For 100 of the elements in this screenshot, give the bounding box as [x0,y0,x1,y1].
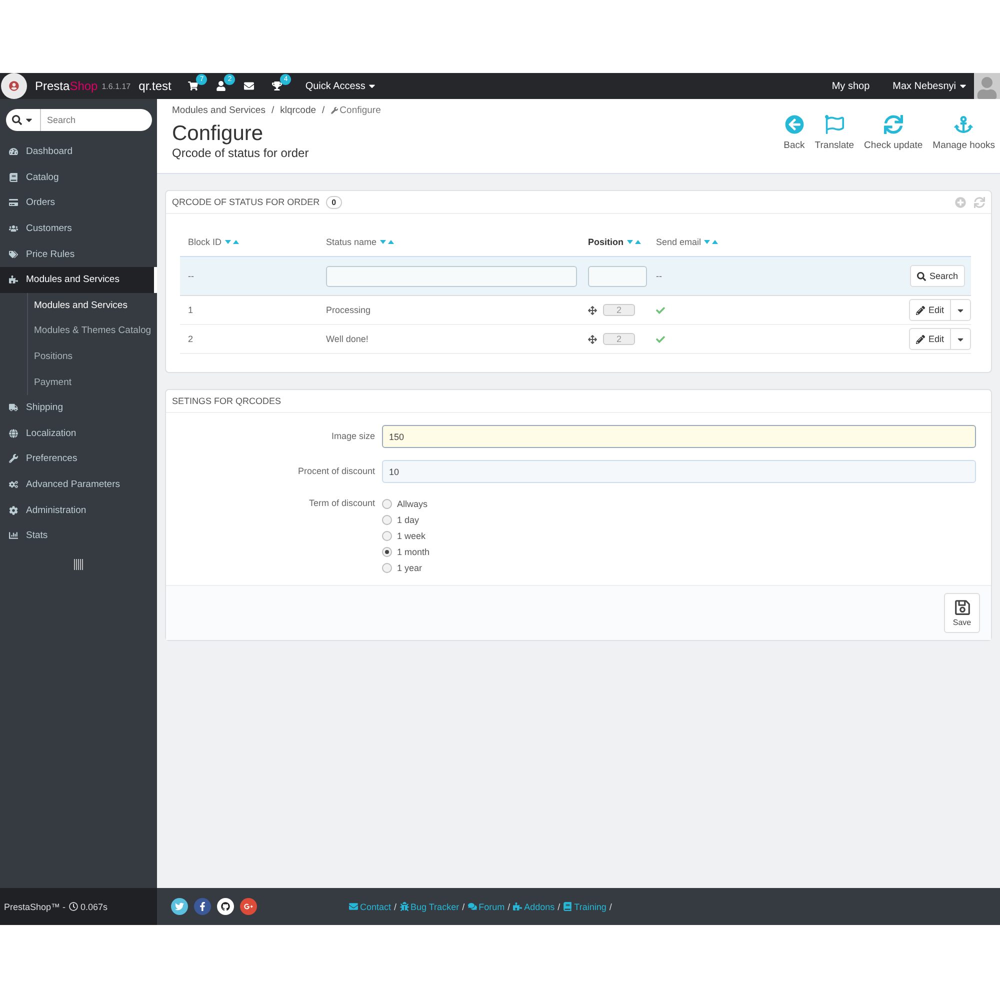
count-badge: 0 [326,196,342,208]
input-field[interactable]: 10 [382,460,976,483]
github-icon[interactable] [217,898,234,915]
twitter-icon[interactable] [171,898,188,915]
edit-button[interactable]: Edit [909,299,951,321]
sidebar-item[interactable]: Shipping [0,394,157,421]
user-icon[interactable] [216,81,226,91]
sidebar-item[interactable]: Stats [0,522,157,548]
column-header: Position [588,237,624,247]
sidebar-item[interactable]: Catalog [0,164,157,190]
flag-icon [824,115,844,134]
dropdown-button[interactable] [951,299,971,321]
sort-icon[interactable] [380,239,394,245]
add-icon[interactable] [955,196,966,208]
filter-input[interactable] [588,266,647,286]
my-shop-link[interactable]: My shop [832,80,870,92]
radio-button[interactable] [382,515,392,525]
link-separator: / [462,902,465,912]
quick-access-menu[interactable]: Quick Access [305,80,378,92]
input-field[interactable]: 150 [382,425,976,448]
envelope-icon [349,902,358,911]
breadcrumb-link[interactable]: klqrcode [280,105,316,116]
page-title: Configure [172,122,264,146]
sidebar-item[interactable]: Price Rules [0,241,157,267]
logo[interactable] [1,73,27,99]
filter-cell-text: -- [188,271,195,281]
comments-icon [468,902,477,911]
sidebar-item[interactable]: Localization [0,420,157,446]
globe-icon [8,428,18,438]
sidebar-item[interactable]: Customers [0,216,157,242]
footer-link[interactable]: Training [563,902,606,912]
dropdown-button[interactable] [951,328,971,350]
radio-button[interactable] [382,499,392,509]
book-icon [563,902,572,911]
sort-icon[interactable] [626,239,640,245]
footer-link[interactable]: Bug Tracker [400,902,460,912]
settings-icon [8,506,18,515]
cart-icon[interactable] [188,81,198,91]
sidebar-item[interactable]: Dashboard [0,139,157,165]
pencil-icon [916,334,926,344]
toolbar-button[interactable]: Translate [810,115,860,151]
trophy-icon[interactable] [272,81,282,91]
table-cell-text: Processing [326,305,372,315]
avatar-icon[interactable] [974,73,1000,99]
breadcrumb-link[interactable]: Modules and Services [172,105,266,116]
footer-brand: PrestaShop™ - [4,902,66,912]
link-separator: / [394,902,397,912]
refresh-icon [884,115,903,134]
wrench-icon [8,454,18,464]
filter-input[interactable] [326,266,577,286]
sidebar-item[interactable]: Orders [0,190,157,216]
sidebar-subitem[interactable]: Payment [28,369,157,395]
sidebar-item[interactable]: Advanced Parameters [0,472,157,498]
sort-icon[interactable] [224,239,239,245]
users-icon [8,224,18,234]
footer-link[interactable]: Addons [513,902,555,912]
save-button[interactable]: Save [944,593,980,633]
toolbar-button[interactable]: Check update [859,115,928,151]
edit-button[interactable]: Edit [909,328,951,350]
check-icon [656,306,665,314]
panel-title: QRCODE OF STATUS FOR ORDER [172,197,320,207]
toolbar-button[interactable]: Back [778,115,810,151]
search-menu-button[interactable] [6,109,41,131]
move-icon[interactable] [588,306,597,314]
footer-link[interactable]: Contact [349,902,392,912]
sidebar-item[interactable]: Administration [0,497,157,523]
link-separator: / [508,902,510,912]
radio-label: 1 day [397,515,420,525]
brand-logo: PrestaShop [35,79,98,93]
check-icon [656,334,665,344]
wrench-icon [330,107,338,114]
sidebar-item[interactable]: Modules and Services [0,266,157,293]
radio-label: 1 month [397,547,430,557]
field-label: Image size [330,430,376,441]
radio-button[interactable] [382,531,392,541]
grip-icon[interactable] [74,558,83,570]
search-button[interactable]: Search [910,265,965,287]
sidebar-item[interactable]: Preferences [0,446,157,472]
sidebar-subitem[interactable]: Modules & Themes Catalog [28,318,157,344]
toolbar-button[interactable]: Manage hooks [928,115,1000,151]
tags-icon [8,250,18,259]
radio-button[interactable] [382,563,392,573]
search-field[interactable]: Search [41,109,152,131]
user-menu[interactable]: Max Nebesnyi [892,80,968,92]
filter-cell-text: -- [656,271,663,281]
sidebar-subitem[interactable]: Modules and Services [28,292,157,318]
pencil-icon [916,306,926,314]
footer-link[interactable]: Forum [468,902,505,912]
gauge-icon [8,147,18,156]
link-separator: / [609,902,612,912]
envelope-icon[interactable] [244,81,254,91]
radio-button[interactable] [382,547,392,557]
radio-label: 1 year [397,563,422,573]
refresh-icon[interactable] [974,196,985,208]
google-plus-icon[interactable] [240,898,257,915]
breadcrumb-link[interactable]: Configure [330,105,381,116]
facebook-icon[interactable] [194,898,211,915]
sidebar-subitem[interactable]: Positions [28,344,157,370]
move-icon[interactable] [588,334,597,344]
sort-icon[interactable] [704,239,718,245]
